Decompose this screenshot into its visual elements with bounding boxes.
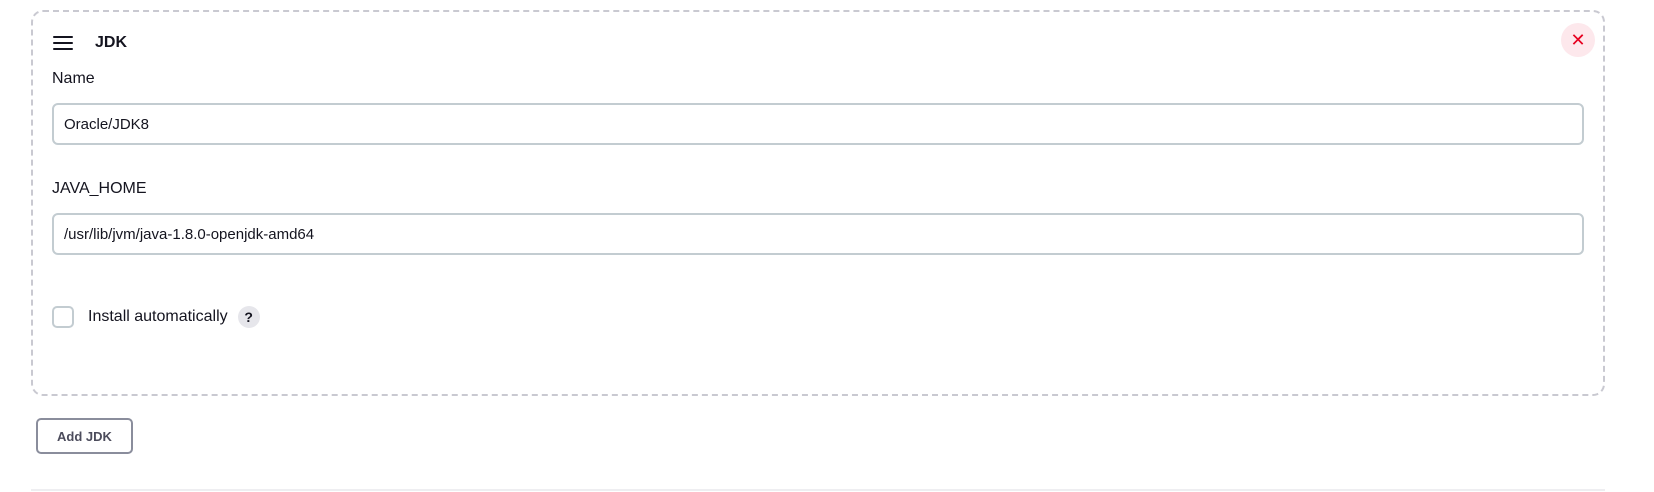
- delete-jdk-button[interactable]: ✕: [1561, 23, 1595, 57]
- install-automatically-checkbox[interactable]: [52, 306, 74, 328]
- jdk-block-header: JDK: [53, 32, 127, 54]
- java-home-label: JAVA_HOME: [52, 180, 147, 197]
- add-jdk-button[interactable]: Add JDK: [36, 418, 133, 454]
- jdk-installation-block: JDK ✕ Name JAVA_HOME Install automatical…: [31, 10, 1605, 396]
- name-label: Name: [52, 70, 95, 87]
- help-icon[interactable]: ?: [237, 306, 260, 328]
- java-home-input[interactable]: [52, 213, 1584, 255]
- name-input[interactable]: [52, 103, 1584, 145]
- install-automatically-row: Install automatically ?: [52, 304, 260, 330]
- close-icon: ✕: [1570, 29, 1586, 50]
- drag-handle-icon[interactable]: [53, 36, 73, 50]
- install-automatically-label[interactable]: Install automatically: [88, 308, 228, 326]
- section-divider: [31, 489, 1605, 491]
- jdk-block-title: JDK: [95, 34, 128, 51]
